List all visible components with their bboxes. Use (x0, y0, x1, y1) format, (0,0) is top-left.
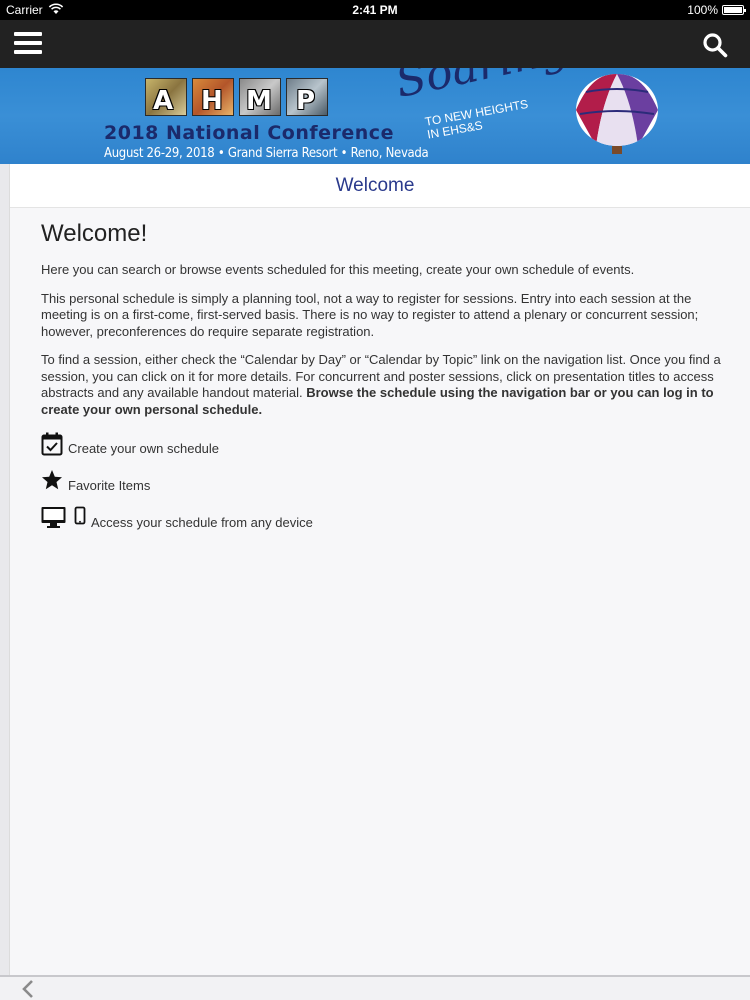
star-icon (42, 470, 62, 490)
navigation-paragraph: To find a session, either check the “Cal… (41, 352, 721, 418)
conference-banner: A H M P 2018 National Conference August … (0, 68, 750, 164)
app-header (0, 20, 750, 68)
desktop-mobile-icon (41, 506, 86, 528)
left-rail (0, 164, 10, 975)
search-icon[interactable] (702, 32, 728, 58)
clock: 2:41 PM (352, 3, 398, 17)
banner-tagline: TO NEW HEIGHTS IN EHS&S (424, 97, 531, 142)
main-content: Welcome! Here you can search or browse e… (10, 208, 750, 975)
bottom-nav-bar (0, 975, 750, 1000)
hot-air-balloon-icon (576, 74, 658, 154)
logo-letter: A (153, 86, 174, 116)
feature-create-schedule: Create your own schedule (41, 432, 721, 462)
soaring-wordmark: Soaring (391, 68, 572, 108)
battery-icon (722, 5, 746, 15)
conference-title: 2018 National Conference (104, 122, 394, 144)
calendar-check-icon (41, 432, 63, 456)
page-title-bar: Welcome (0, 164, 750, 208)
logo-letter: P (296, 86, 316, 116)
page-title: Welcome (335, 175, 415, 196)
welcome-heading: Welcome! (41, 220, 148, 247)
ahmp-logo: A H M P (145, 78, 335, 116)
battery-percentage: 100% (687, 3, 718, 17)
planning-paragraph: This personal schedule is simply a plann… (41, 290, 699, 339)
status-bar: Carrier 2:41 PM 100% (0, 0, 750, 20)
intro-paragraph: Here you can search or browse events sch… (41, 262, 635, 277)
soaring-text: Soaring (391, 68, 572, 108)
feature-label: Favorite Items (68, 478, 151, 493)
feature-label: Create your own schedule (68, 441, 220, 456)
logo-letter: H (201, 86, 223, 116)
logo-letter: M (246, 86, 272, 116)
feature-any-device: Access your schedule from any device (41, 506, 721, 536)
conference-dates: August 26-29, 2018 • Grand Sierra Resort… (104, 146, 429, 161)
feature-label: Access your schedule from any device (91, 515, 313, 530)
feature-favorite-items: Favorite Items (41, 469, 721, 499)
chevron-left-icon[interactable] (20, 980, 36, 998)
menu-button[interactable] (14, 32, 42, 56)
